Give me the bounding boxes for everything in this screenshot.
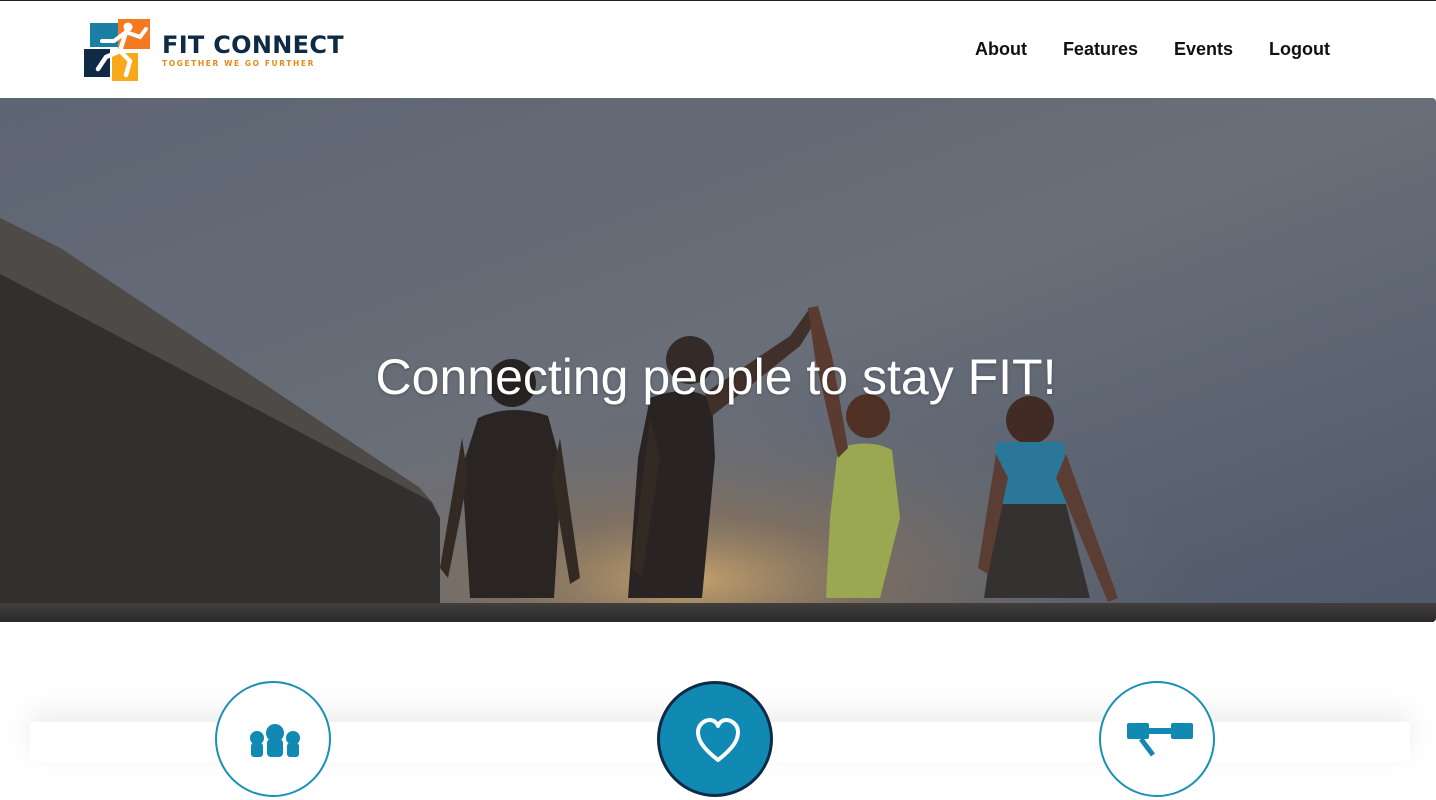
dumbbell-icon (1127, 723, 1193, 757)
feature-health-circle[interactable] (657, 681, 773, 797)
nav-link-logout[interactable]: Logout (1269, 39, 1330, 60)
hero-banner: Connecting people to stay FIT! (0, 98, 1436, 622)
logo-title: FIT CONNECT (162, 31, 344, 59)
nav-link-events[interactable]: Events (1174, 39, 1233, 60)
features-section (0, 622, 1436, 797)
site-header: FIT CONNECT TOGETHER WE GO FURTHER About… (0, 1, 1436, 98)
main-nav: About Features Events Logout (975, 1, 1330, 98)
logo-text: FIT CONNECT TOGETHER WE GO FURTHER (162, 32, 344, 68)
community-icon (250, 724, 300, 757)
feature-community-circle[interactable] (215, 681, 331, 797)
feature-workout-circle[interactable] (1099, 681, 1215, 797)
heart-icon (696, 718, 740, 762)
hero-headline: Connecting people to stay FIT! (375, 349, 1057, 405)
nav-link-features[interactable]: Features (1063, 39, 1138, 60)
logo-link[interactable]: FIT CONNECT TOGETHER WE GO FURTHER (84, 19, 344, 81)
runner-logo-icon (84, 19, 150, 81)
logo-tagline: TOGETHER WE GO FURTHER (162, 59, 315, 68)
nav-link-about[interactable]: About (975, 39, 1027, 60)
